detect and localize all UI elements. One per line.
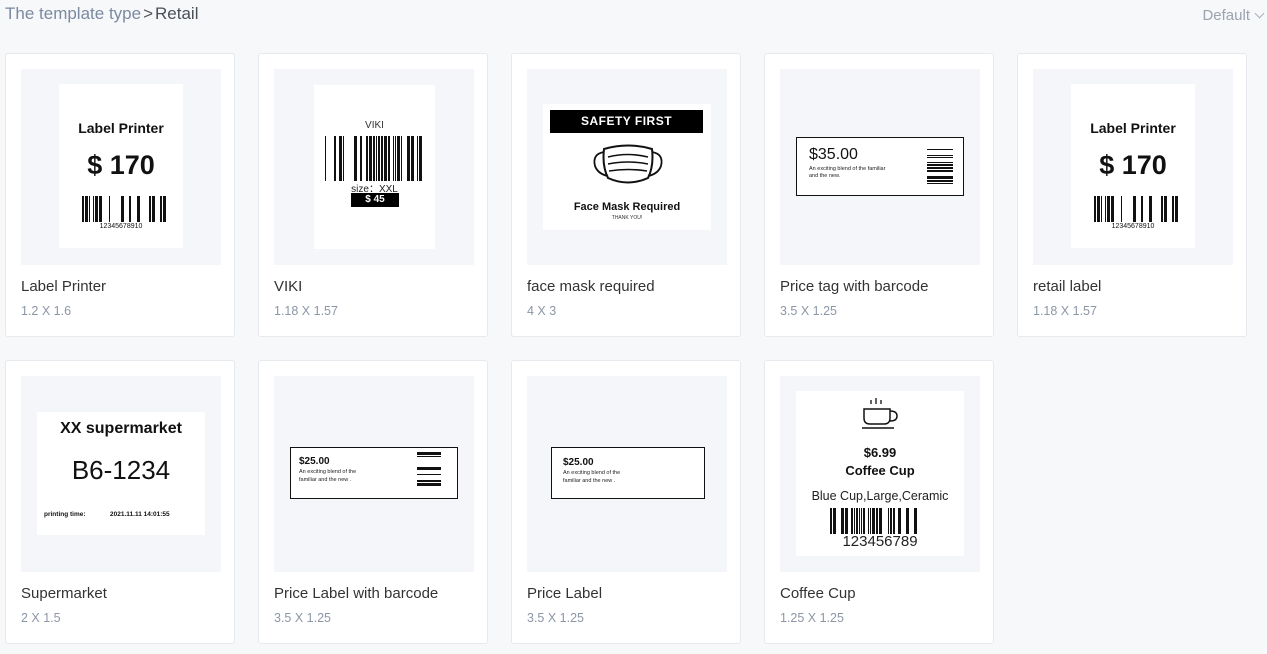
preview-price: $ 170: [1099, 150, 1167, 180]
label-paper: $25.00 An exciting blend of the familiar…: [551, 447, 705, 499]
barcode-icon: [1094, 196, 1178, 222]
page-header: The template type > Retail Default: [0, 0, 1267, 30]
sort-label: Default: [1202, 7, 1250, 24]
preview-store: XX supermarket: [60, 420, 182, 437]
card-size: 1.18 X 1.57: [1033, 304, 1097, 318]
barcode-icon: [927, 149, 953, 184]
preview-price: $35.00: [809, 146, 858, 163]
label-paper: SAFETY FIRST Face Mask Required THANK YO…: [543, 104, 711, 230]
card-size: 3.5 X 1.25: [527, 611, 584, 625]
template-preview: SAFETY FIRST Face Mask Required THANK YO…: [527, 69, 727, 265]
preview-desc-line2: familiar and the new .: [563, 478, 616, 484]
card-size: 1.25 X 1.25: [780, 611, 844, 625]
breadcrumb-current: Retail: [155, 4, 199, 23]
label-paper: Label Printer $ 170 12345678910: [59, 84, 183, 248]
preview-price: $25.00: [299, 456, 330, 467]
preview-desc-line2: familiar and the new .: [299, 477, 352, 483]
template-preview: $35.00 An exciting blend of the familiar…: [780, 69, 980, 265]
template-preview: Label Printer $ 170 12345678910: [21, 69, 221, 265]
card-size: 1.18 X 1.57: [274, 304, 338, 318]
preview-code: B6-1234: [71, 455, 171, 485]
barcode-icon: [82, 196, 166, 222]
preview-banner: SAFETY FIRST: [550, 110, 703, 133]
preview-barcode-number: 12345678910: [99, 223, 143, 230]
label-paper: VIKI size：XXL $ 45: [314, 85, 435, 249]
preview-time-label: printing time:: [44, 511, 86, 518]
card-title: Coffee Cup: [780, 585, 856, 602]
breadcrumb-parent[interactable]: The template type: [5, 4, 141, 23]
sort-dropdown[interactable]: Default: [1202, 7, 1265, 24]
template-card-price-tag-barcode[interactable]: $35.00 An exciting blend of the familiar…: [764, 53, 994, 337]
preview-desc: Blue Cup,Large,Ceramic: [811, 489, 949, 503]
chevron-down-icon: [1254, 8, 1265, 19]
preview-heading: Label Printer: [78, 120, 164, 136]
card-title: face mask required: [527, 278, 655, 295]
preview-price: $ 170: [87, 150, 155, 180]
preview-price: $25.00: [563, 457, 594, 468]
template-card-price-label-barcode[interactable]: $25.00 An exciting blend of the familiar…: [258, 360, 488, 644]
card-size: 2 X 1.5: [21, 611, 61, 625]
template-preview: Label Printer $ 170 12345678910: [1033, 69, 1233, 265]
preview-message: Face Mask Required: [573, 201, 681, 213]
card-size: 4 X 3: [527, 304, 557, 318]
barcode-icon: [830, 508, 917, 534]
card-size: 1.2 X 1.6: [21, 304, 72, 318]
preview-thanks: THANK YOU!: [611, 215, 643, 221]
card-size: 3.5 X 1.25: [274, 611, 331, 625]
card-title: Price tag with barcode: [780, 278, 929, 295]
card-title: Label Printer: [21, 278, 107, 295]
template-preview: $25.00 An exciting blend of the familiar…: [527, 376, 727, 572]
template-preview: $25.00 An exciting blend of the familiar…: [274, 376, 474, 572]
coffee-cup-icon: [862, 398, 898, 429]
card-title: VIKI: [274, 278, 303, 295]
preview-heading: Label Printer: [1090, 120, 1176, 136]
face-mask-icon: [593, 144, 663, 184]
preview-desc-line1: An exciting blend of the: [299, 469, 357, 475]
label-paper: Label Printer $ 170 12345678910: [1071, 84, 1195, 248]
template-card-face-mask[interactable]: SAFETY FIRST Face Mask Required THANK YO…: [511, 53, 741, 337]
breadcrumb: The template type > Retail: [5, 4, 198, 24]
card-title: Price Label: [527, 585, 603, 602]
template-card-coffee-cup[interactable]: $6.99 Coffee Cup Blue Cup,Large,Ceramic …: [764, 360, 994, 644]
template-card-retail-label[interactable]: Label Printer $ 170 12345678910 retail l…: [1017, 53, 1247, 337]
preview-desc-line1: An exciting blend of the: [563, 470, 621, 476]
template-preview: VIKI size：XXL $ 45: [274, 69, 474, 265]
card-title: Price Label with barcode: [274, 585, 439, 602]
label-paper: $35.00 An exciting blend of the familiar…: [796, 137, 964, 196]
card-title: retail label: [1033, 278, 1102, 295]
label-paper: $6.99 Coffee Cup Blue Cup,Large,Ceramic …: [796, 391, 964, 556]
preview-desc-line2: and the new.: [809, 173, 841, 179]
preview-price: $ 45: [351, 193, 399, 207]
preview-barcode-number: 12345678910: [1111, 223, 1155, 230]
barcode-icon: [417, 452, 441, 486]
label-paper: XX supermarket B6-1234 printing time: 20…: [37, 412, 205, 535]
preview-desc-line1: An exciting blend of the familiar: [809, 166, 886, 172]
card-title: Supermarket: [21, 585, 107, 602]
preview-barcode-number: 123456789: [842, 533, 918, 550]
barcode-icon: [325, 136, 422, 181]
preview-name: Coffee Cup: [845, 463, 915, 478]
template-card-label-printer[interactable]: Label Printer $ 170 12345678910 Label Pr…: [5, 53, 235, 337]
template-card-viki[interactable]: VIKI size：XXL $ 45 VIKI 1.18 X 1.57: [258, 53, 488, 337]
template-preview: XX supermarket B6-1234 printing time: 20…: [21, 376, 221, 572]
preview-time-value: 2021.11.11 14:01:55: [110, 511, 170, 518]
card-size: 3.5 X 1.25: [780, 304, 837, 318]
preview-brand: VIKI: [365, 120, 384, 131]
label-paper: $25.00 An exciting blend of the familiar…: [290, 447, 458, 499]
breadcrumb-separator: >: [143, 4, 154, 23]
template-card-price-label[interactable]: $25.00 An exciting blend of the familiar…: [511, 360, 741, 644]
template-preview: $6.99 Coffee Cup Blue Cup,Large,Ceramic …: [780, 376, 980, 572]
preview-price: $6.99: [863, 445, 897, 460]
template-card-supermarket[interactable]: XX supermarket B6-1234 printing time: 20…: [5, 360, 235, 644]
